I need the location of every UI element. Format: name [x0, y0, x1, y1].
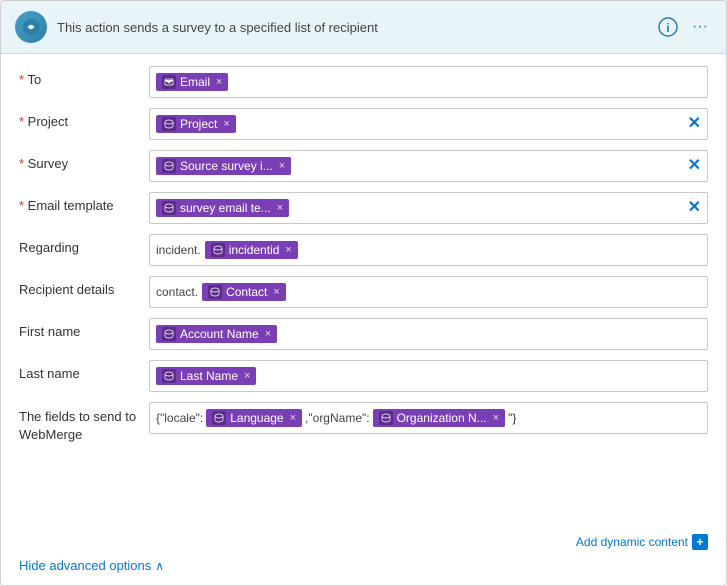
label-to: * To [19, 66, 149, 87]
token-org-name-close[interactable]: × [493, 413, 499, 424]
token-email-close[interactable]: × [216, 77, 222, 88]
field-row-survey: * Survey Source survey i... × ✕ [19, 150, 708, 184]
card-body: * To Email × * Project [1, 54, 726, 528]
token-email-label: Email [180, 75, 210, 89]
header-logo [15, 11, 47, 43]
token-contact: Contact × [202, 283, 286, 301]
field-survey-clear[interactable]: ✕ [688, 158, 701, 174]
field-row-webmerge: The fields to send to WebMerge {"locale"… [19, 402, 708, 444]
token-email-template-icon [162, 201, 176, 215]
token-language-icon [212, 411, 226, 425]
token-project: Project × [156, 115, 236, 133]
webmerge-text-locale: {"locale": [156, 411, 203, 425]
add-dynamic-plus-icon[interactable]: + [692, 534, 708, 550]
svg-text:i: i [666, 21, 669, 35]
token-last-name-close[interactable]: × [244, 371, 250, 382]
webmerge-text-orgname: ,"orgName": [305, 411, 370, 425]
label-project: * Project [19, 108, 149, 129]
token-org-name-label: Organization N... [397, 411, 487, 425]
token-account-name-label: Account Name [180, 327, 259, 341]
label-recipient-details: Recipient details [19, 276, 149, 297]
token-account-name: Account Name × [156, 325, 277, 343]
info-button[interactable]: i [656, 15, 680, 39]
token-last-name-label: Last Name [180, 369, 238, 383]
label-last-name: Last name [19, 360, 149, 381]
card-header: This action sends a survey to a specifie… [1, 1, 726, 54]
field-row-recipient-details: Recipient details contact. Contact × [19, 276, 708, 310]
token-org-name: Organization N... × [373, 409, 505, 427]
field-email-template-clear[interactable]: ✕ [688, 200, 701, 216]
add-dynamic-content-button[interactable]: Add dynamic content [576, 535, 688, 549]
token-language-close[interactable]: × [290, 413, 296, 424]
field-row-first-name: First name Account Name × [19, 318, 708, 352]
token-org-name-icon [379, 411, 393, 425]
add-dynamic-row: Add dynamic content + [19, 534, 708, 550]
token-incidentid-label: incidentid [229, 243, 280, 257]
token-contact-icon [208, 285, 222, 299]
label-email-template: * Email template [19, 192, 149, 213]
field-first-name[interactable]: Account Name × [149, 318, 708, 350]
field-row-regarding: Regarding incident. incidentid × [19, 234, 708, 268]
label-regarding: Regarding [19, 234, 149, 255]
token-last-name: Last Name × [156, 367, 256, 385]
token-email: Email × [156, 73, 228, 91]
chevron-up-icon: ∧ [155, 559, 164, 573]
token-email-icon [162, 75, 176, 89]
label-survey: * Survey [19, 150, 149, 171]
token-last-name-icon [162, 369, 176, 383]
token-incidentid: incidentid × [205, 241, 298, 259]
field-project[interactable]: Project × ✕ [149, 108, 708, 140]
token-account-name-close[interactable]: × [265, 329, 271, 340]
token-account-name-icon [162, 327, 176, 341]
action-card: This action sends a survey to a specifie… [0, 0, 727, 586]
field-webmerge[interactable]: {"locale": Language × ,"orgName": Organi… [149, 402, 708, 434]
label-first-name: First name [19, 318, 149, 339]
more-options-button[interactable]: ··· [688, 15, 712, 39]
token-contact-label: Contact [226, 285, 267, 299]
field-email-template[interactable]: survey email te... × ✕ [149, 192, 708, 224]
field-row-email-template: * Email template survey email te... × ✕ [19, 192, 708, 226]
token-language: Language × [206, 409, 302, 427]
field-row-project: * Project Project × ✕ [19, 108, 708, 142]
token-email-template: survey email te... × [156, 199, 289, 217]
token-incidentid-icon [211, 243, 225, 257]
field-project-clear[interactable]: ✕ [688, 116, 701, 132]
field-regarding[interactable]: incident. incidentid × [149, 234, 708, 266]
hide-advanced-button[interactable]: Hide advanced options ∧ [19, 558, 164, 573]
token-email-template-label: survey email te... [180, 201, 271, 215]
recipient-prefix: contact. [156, 285, 198, 299]
field-last-name[interactable]: Last Name × [149, 360, 708, 392]
hide-advanced-row: Hide advanced options ∧ [19, 554, 708, 573]
field-row-to: * To Email × [19, 66, 708, 100]
token-project-label: Project [180, 117, 217, 131]
token-survey-close[interactable]: × [279, 161, 285, 172]
field-recipient-details[interactable]: contact. Contact × [149, 276, 708, 308]
token-incidentid-close[interactable]: × [285, 245, 291, 256]
token-survey-icon [162, 159, 176, 173]
token-email-template-close[interactable]: × [277, 203, 283, 214]
hide-advanced-label: Hide advanced options [19, 558, 151, 573]
field-row-last-name: Last name Last Name × [19, 360, 708, 394]
card-footer: Add dynamic content + Hide advanced opti… [1, 528, 726, 585]
token-contact-close[interactable]: × [273, 287, 279, 298]
webmerge-text-end: "} [508, 411, 516, 425]
token-survey: Source survey i... × [156, 157, 291, 175]
token-project-icon [162, 117, 176, 131]
field-survey[interactable]: Source survey i... × ✕ [149, 150, 708, 182]
header-actions: i ··· [656, 15, 712, 39]
token-project-close[interactable]: × [223, 119, 229, 130]
token-language-label: Language [230, 411, 283, 425]
header-title: This action sends a survey to a specifie… [57, 20, 646, 35]
label-webmerge: The fields to send to WebMerge [19, 402, 149, 444]
regarding-prefix: incident. [156, 243, 201, 257]
field-to[interactable]: Email × [149, 66, 708, 98]
token-survey-label: Source survey i... [180, 159, 273, 173]
